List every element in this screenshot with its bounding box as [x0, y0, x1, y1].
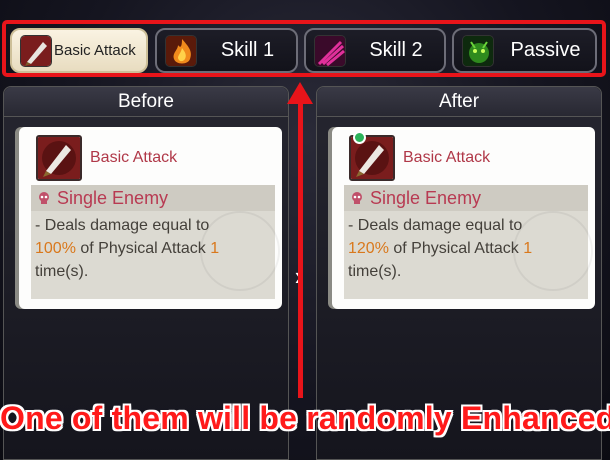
hits-suffix: time(s): [348, 263, 397, 280]
skull-icon: [352, 192, 362, 204]
annotation-arrow-line: [298, 100, 303, 398]
damage-percent: 100%: [35, 240, 76, 257]
target-text: Single Enemy: [57, 187, 169, 208]
skill-card: Basic Attack Single Enemy - Deals damage…: [332, 127, 595, 309]
desc-middle: of Physical Attack: [388, 240, 524, 257]
after-header: After: [317, 87, 601, 117]
skull-icon: [39, 192, 49, 204]
dagger-icon: [36, 135, 82, 181]
hits-suffix: time(s): [35, 263, 84, 280]
target-row: Single Enemy: [344, 185, 588, 211]
skill-name: Basic Attack: [403, 149, 491, 166]
target-text: Single Enemy: [370, 187, 482, 208]
desc-period: .: [396, 263, 402, 280]
skill-name: Basic Attack: [90, 149, 178, 166]
desc-middle: of Physical Attack: [75, 240, 211, 257]
damage-percent: 120%: [348, 240, 389, 257]
before-header: Before: [4, 87, 288, 117]
annotation-caption: One of them will be randomly Enhanced: [0, 400, 610, 436]
decorative-ring: [513, 211, 593, 291]
desc-period: .: [83, 263, 89, 280]
target-row: Single Enemy: [31, 185, 275, 211]
desc-prefix: - Deals damage equal to: [348, 217, 523, 234]
tab-highlight-frame: [2, 20, 606, 77]
desc-prefix: - Deals damage equal to: [35, 217, 210, 234]
enhanced-badge-icon: [353, 131, 366, 144]
skill-card: Basic Attack Single Enemy - Deals damage…: [19, 127, 282, 309]
decorative-ring: [200, 211, 280, 291]
skill-tab-bar: Basic Attack Skill 1 Skill 2 Passive: [0, 0, 610, 86]
